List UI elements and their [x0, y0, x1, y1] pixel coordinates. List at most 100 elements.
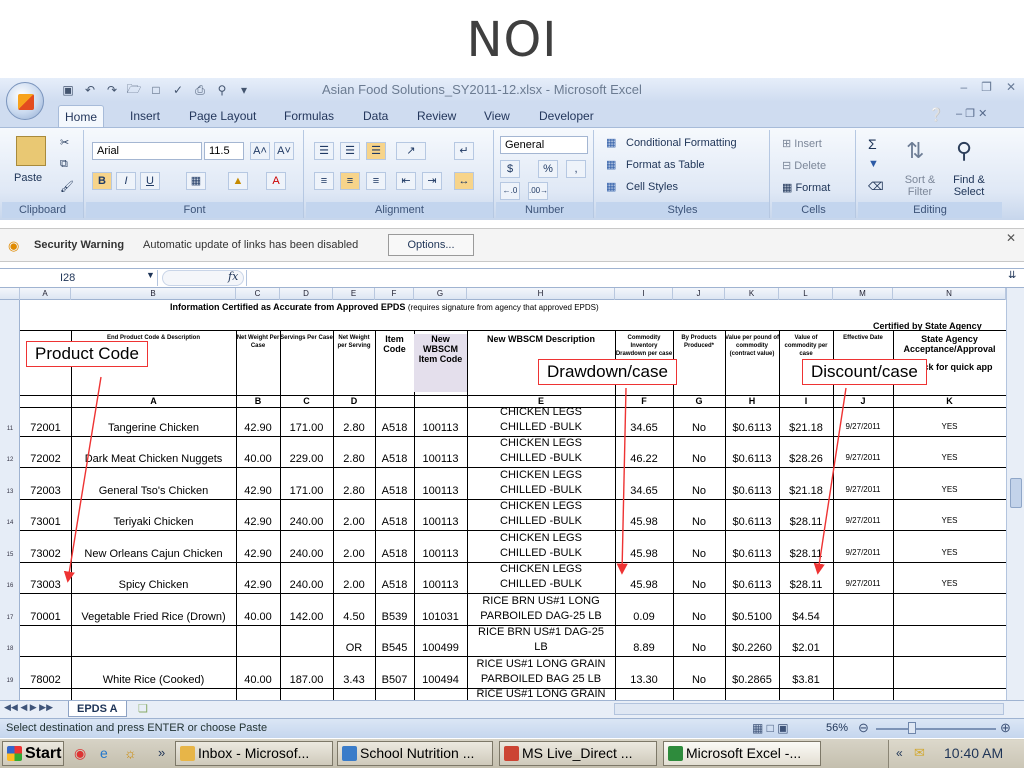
item-code-cell[interactable]: A518	[375, 548, 414, 560]
net-weight-serving-cell[interactable]: 2.00	[333, 516, 375, 528]
new-icon[interactable]: □	[148, 83, 164, 97]
wbscm-code-cell[interactable]: 100113	[414, 485, 467, 497]
align-center-icon[interactable]: ≡	[340, 172, 360, 190]
product-code-cell[interactable]: 78002	[20, 674, 71, 686]
format-cells-button[interactable]: ▦ Format	[782, 181, 830, 194]
servings-cell[interactable]: 171.00	[280, 422, 333, 434]
net-weight-serving-cell[interactable]: 2.80	[333, 485, 375, 497]
zoom-out-icon[interactable]: ⊖	[858, 720, 869, 736]
expand-formula-icon[interactable]: ⇊	[1008, 270, 1016, 281]
undo-icon[interactable]: ↶	[82, 83, 98, 97]
task-inbox[interactable]: Inbox - Microsof...	[175, 741, 333, 766]
align-bottom-icon[interactable]: ☰	[366, 142, 386, 160]
zoom-slider-thumb[interactable]	[908, 722, 916, 734]
net-weight-cell[interactable]: 40.00	[236, 611, 280, 623]
description-line-1[interactable]: RICE BRN US#1 LONG	[467, 595, 615, 607]
table-row[interactable]: 72003 General Tso's Chicken 42.90 171.00 2.8…	[20, 467, 1006, 499]
servings-cell[interactable]: 240.00	[280, 579, 333, 591]
bold-icon[interactable]: B	[92, 172, 112, 190]
decrease-indent-icon[interactable]: ⇤	[396, 172, 416, 190]
description-line-2[interactable]: CHILLED -BULK	[467, 421, 615, 433]
description-line-1[interactable]: CHICKEN LEGS	[467, 469, 615, 481]
product-name-cell[interactable]: General Tso's Chicken	[71, 485, 236, 497]
start-button[interactable]: Start	[2, 741, 64, 766]
drawdown-cell[interactable]: 34.65	[615, 422, 673, 434]
product-name-cell[interactable]: New Orleans Cajun Chicken	[71, 548, 236, 560]
restore-icon[interactable]: ❐	[981, 80, 992, 94]
item-code-cell[interactable]: A518	[375, 516, 414, 528]
fill-color-icon[interactable]: ▲	[228, 172, 248, 190]
approval-cell[interactable]: YES	[893, 579, 1006, 588]
minimize-icon[interactable]: –	[960, 80, 967, 94]
currency-button[interactable]: $	[500, 160, 520, 178]
vertical-scrollbar[interactable]	[1006, 288, 1024, 700]
column-header[interactable]: D	[280, 288, 333, 300]
conditional-formatting-button[interactable]: Conditional Formatting	[626, 137, 737, 149]
formula-input[interactable]	[246, 270, 1002, 286]
customize-qat-icon[interactable]: ▾	[236, 83, 252, 97]
net-weight-cell[interactable]: 42.90	[236, 485, 280, 497]
table-row[interactable]: 72001 Tangerine Chicken 42.90 171.00 2.80 A51…	[20, 406, 1006, 436]
shrink-font-icon[interactable]: A˅	[274, 142, 294, 160]
drawdown-cell[interactable]: 45.98	[615, 548, 673, 560]
view-buttons-icon[interactable]: ▦ □ ▣	[752, 721, 789, 735]
net-weight-serving-cell[interactable]: 2.80	[333, 453, 375, 465]
drawdown-cell[interactable]: 45.98	[615, 516, 673, 528]
value-per-case-cell[interactable]: $2.01	[779, 642, 833, 654]
ie-icon[interactable]: e	[100, 745, 108, 761]
column-header[interactable]: B	[71, 288, 236, 300]
value-per-case-cell[interactable]: $28.11	[779, 548, 833, 560]
value-per-pound-cell[interactable]: $0.6113	[725, 579, 779, 591]
value-per-case-cell[interactable]: $21.18	[779, 485, 833, 497]
description-line-1[interactable]: CHICKEN LEGS	[467, 406, 615, 418]
net-weight-serving-cell[interactable]: 2.00	[333, 579, 375, 591]
column-header[interactable]: N	[893, 288, 1006, 300]
by-products-cell[interactable]: No	[673, 422, 725, 434]
drawdown-cell[interactable]: 8.89	[615, 642, 673, 654]
value-per-pound-cell[interactable]: $0.6113	[725, 485, 779, 497]
tab-review[interactable]: Review	[411, 105, 462, 127]
servings-cell[interactable]: 187.00	[280, 674, 333, 686]
drawdown-cell[interactable]: 46.22	[615, 453, 673, 465]
net-weight-serving-cell[interactable]: 2.00	[333, 548, 375, 560]
autosum-icon[interactable]: Σ	[868, 136, 877, 152]
scroll-thumb[interactable]	[1010, 478, 1022, 508]
format-as-table-button[interactable]: Format as Table	[626, 159, 705, 171]
increase-decimal-icon[interactable]: ←.0	[500, 182, 520, 200]
net-weight-cell[interactable]: 40.00	[236, 453, 280, 465]
align-right-icon[interactable]: ≡	[366, 172, 386, 190]
value-per-case-cell[interactable]: $28.11	[779, 579, 833, 591]
row-number[interactable]: 14	[0, 520, 20, 526]
description-line-2[interactable]: PARBOILED BAG 25 LB	[467, 673, 615, 685]
tab-data[interactable]: Data	[357, 105, 394, 127]
net-weight-cell[interactable]: 42.90	[236, 516, 280, 528]
quick-launch-icon[interactable]: ☼	[124, 745, 137, 761]
by-products-cell[interactable]: No	[673, 611, 725, 623]
by-products-cell[interactable]: No	[673, 642, 725, 654]
servings-cell[interactable]: 229.00	[280, 453, 333, 465]
item-code-cell[interactable]: B539	[375, 611, 414, 623]
item-code-cell[interactable]: A518	[375, 453, 414, 465]
net-weight-serving-cell[interactable]: 2.80	[333, 422, 375, 434]
column-header[interactable]: G	[414, 288, 467, 300]
product-name-cell[interactable]: Dark Meat Chicken Nuggets	[71, 453, 236, 465]
product-code-cell[interactable]: 70001	[20, 611, 71, 623]
wbscm-code-cell[interactable]: 100113	[414, 422, 467, 434]
value-per-pound-cell[interactable]: $0.6113	[725, 422, 779, 434]
number-format-field[interactable]: General	[500, 136, 588, 154]
effective-date-cell[interactable]: 9/27/2011	[833, 548, 893, 557]
column-header[interactable]: L	[779, 288, 833, 300]
value-per-case-cell[interactable]: $4.54	[779, 611, 833, 623]
wbscm-code-cell[interactable]: 100494	[414, 674, 467, 686]
by-products-cell[interactable]: No	[673, 579, 725, 591]
item-code-cell[interactable]: B545	[375, 642, 414, 654]
column-header[interactable]: F	[375, 288, 414, 300]
table-row[interactable]: 70001 Vegetable Fried Rice (Drown) 40.00 14…	[20, 593, 1006, 625]
row-number[interactable]: 18	[0, 646, 20, 652]
merge-center-icon[interactable]: ↔	[454, 172, 474, 190]
fill-icon[interactable]: ▼	[868, 158, 879, 170]
column-header[interactable]: A	[20, 288, 71, 300]
table-row[interactable]: 73001 Teriyaki Chicken 42.90 240.00 2.00 A518…	[20, 499, 1006, 530]
zoom-in-icon[interactable]: ⊕	[1000, 720, 1011, 736]
fx-button[interactable]: fx	[228, 270, 238, 283]
